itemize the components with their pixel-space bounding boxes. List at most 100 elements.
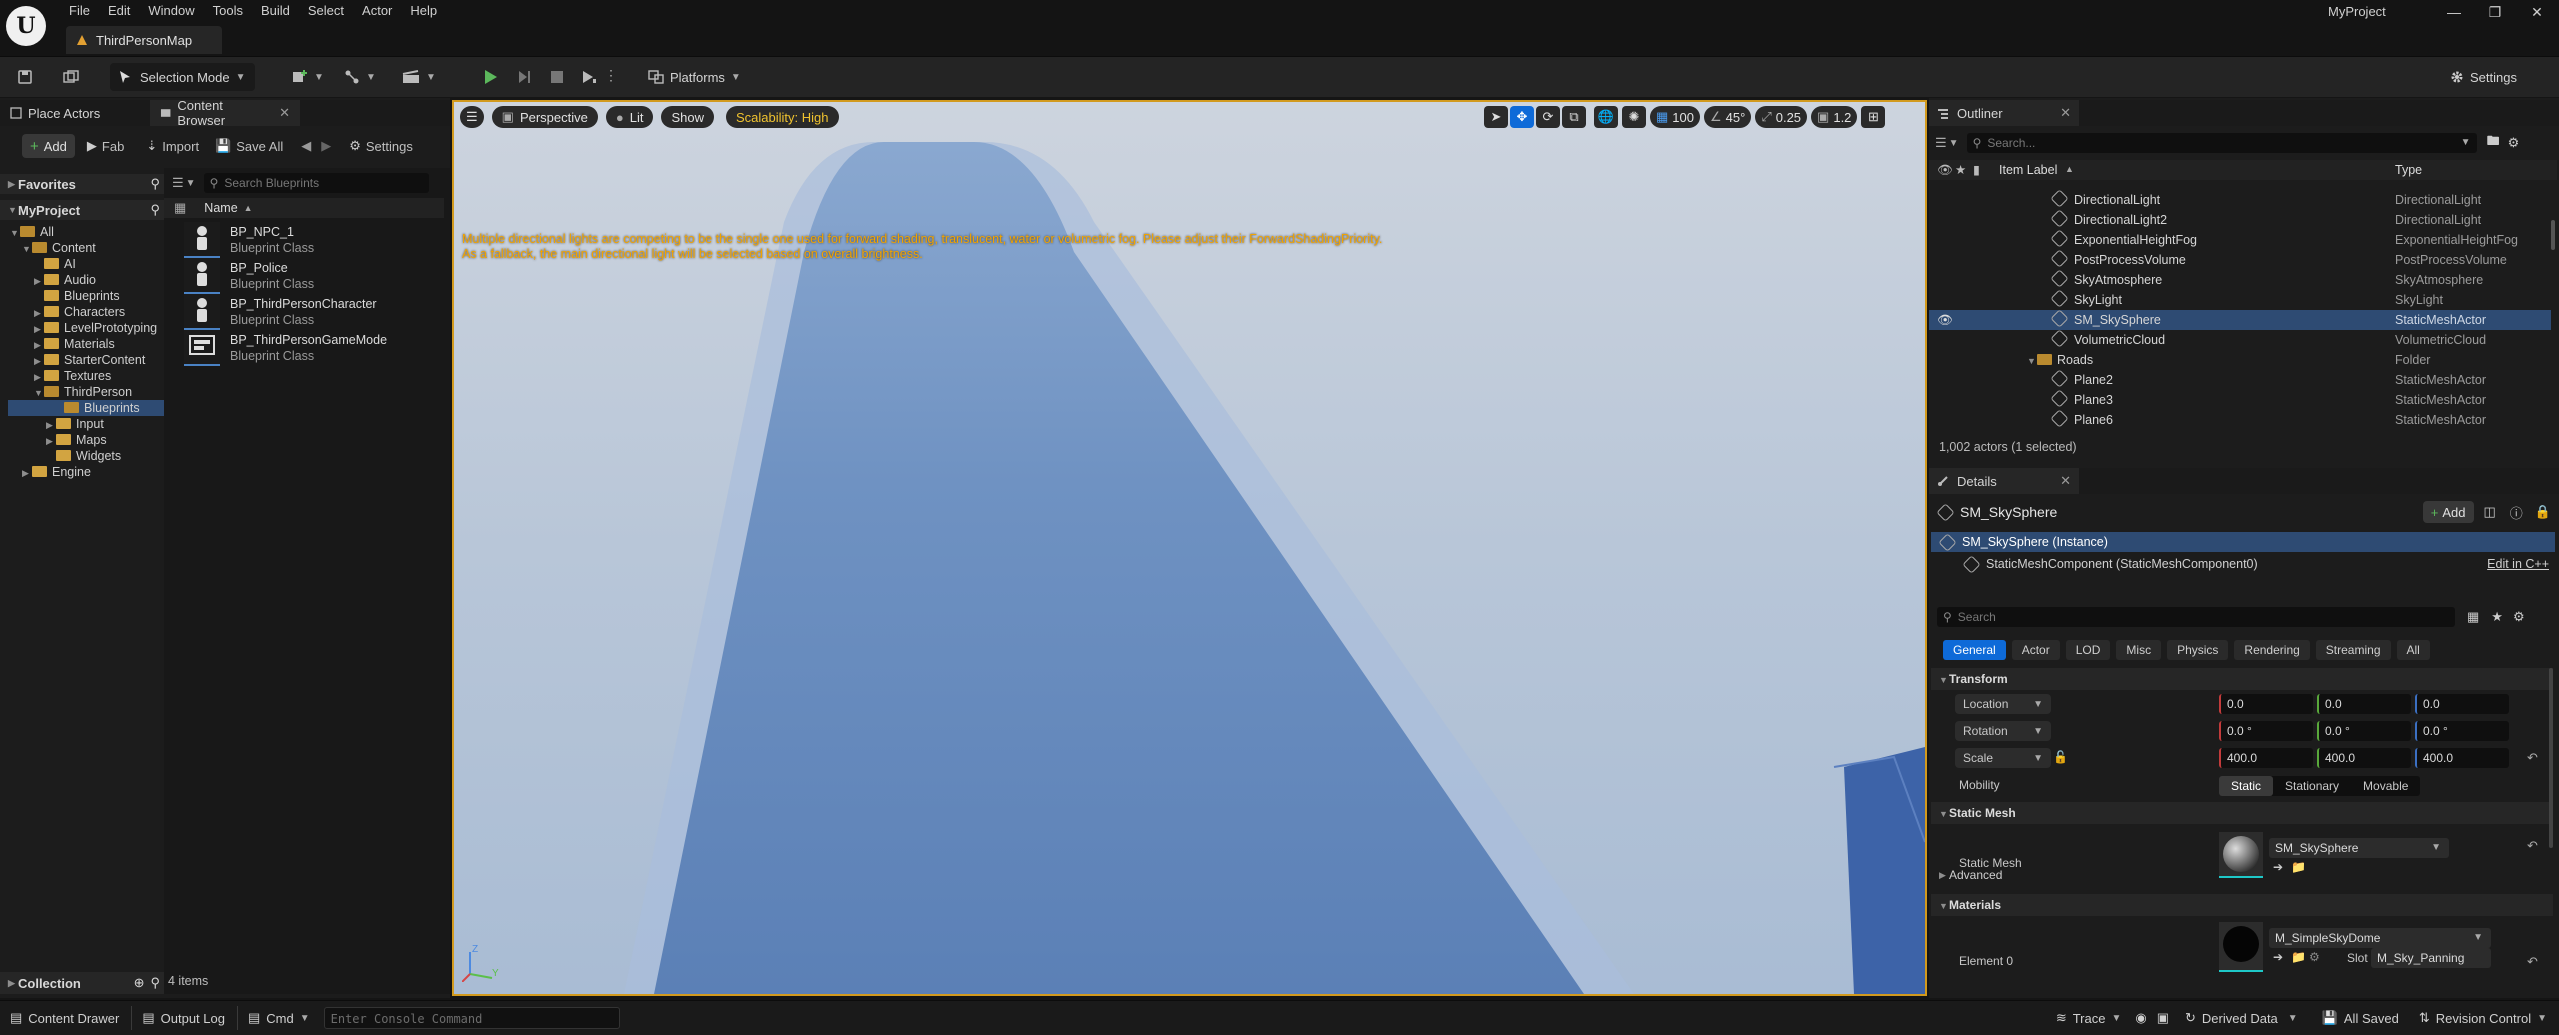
outliner-settings-icon[interactable]: ⚙ xyxy=(2508,135,2520,151)
lock-details-icon[interactable]: 🔒 xyxy=(2535,504,2551,520)
platforms-dropdown[interactable]: Platforms ▼ xyxy=(648,63,748,91)
name-column-header[interactable]: Name xyxy=(204,201,237,215)
favorites-header[interactable]: ▶ Favorites ⚲ xyxy=(0,174,170,194)
reset-material-icon[interactable]: ↶ xyxy=(2527,954,2538,970)
outliner-scrollbar[interactable] xyxy=(2551,220,2555,250)
collection-search-icon[interactable]: ⚲ xyxy=(150,975,160,991)
lit-dropdown[interactable]: ● Lit xyxy=(605,106,654,128)
asset-bp-thirdpersoncharacter[interactable]: BP_ThirdPersonCharacter Blueprint Class xyxy=(184,294,444,330)
menu-actor[interactable]: Actor xyxy=(353,0,401,22)
material-browse-icon[interactable]: 📁 xyxy=(2291,950,2306,964)
filter-general[interactable]: General xyxy=(1943,640,2006,660)
scalability-badge[interactable]: Scalability: High xyxy=(726,106,839,128)
map-tab[interactable]: ThirdPersonMap xyxy=(66,26,222,54)
item-label-column-header[interactable]: Item Label xyxy=(1999,163,2057,177)
blueprints-button[interactable]: ▼ xyxy=(344,63,380,91)
details-scrollbar[interactable] xyxy=(2549,668,2553,848)
rotate-icon[interactable]: ⟳ xyxy=(1536,106,1560,128)
show-dropdown[interactable]: Show xyxy=(661,106,714,128)
location-y-field[interactable]: 0.0 xyxy=(2317,694,2411,714)
blueprint-options-icon[interactable]: ◫ xyxy=(2484,504,2496,520)
close-details-icon[interactable]: ✕ xyxy=(2060,473,2071,489)
mobility-movable[interactable]: Movable xyxy=(2351,776,2420,796)
slot-value-field[interactable]: M_Sky_Panning xyxy=(2371,948,2491,968)
eject-button[interactable] xyxy=(576,63,602,91)
trace-dropdown[interactable]: ≋ Trace ▼ xyxy=(2056,1001,2122,1035)
filter-icon[interactable]: ☰ xyxy=(172,175,184,191)
perspective-dropdown[interactable]: ▣ Perspective xyxy=(491,106,598,128)
world-space-icon[interactable]: 🌐 xyxy=(1594,106,1618,128)
save-all-button[interactable]: 💾 Save All xyxy=(215,138,283,154)
revision-control-dropdown[interactable]: ⇅ Revision Control ▼ xyxy=(2419,1001,2547,1035)
reset-scale-icon[interactable]: ↶ xyxy=(2527,750,2538,766)
outliner-row-directionallight[interactable]: DirectionalLight DirectionalLight xyxy=(1929,189,2551,210)
derived-data-dropdown[interactable]: ↻ Derived Data ▼ xyxy=(2185,1001,2298,1035)
tree-folder-characters[interactable]: ▶ Characters xyxy=(0,304,170,320)
search-blueprints-input[interactable]: ⚲ Search Blueprints xyxy=(203,173,429,193)
outliner-filter-icon[interactable]: ☰ xyxy=(1935,135,1947,151)
output-log-button[interactable]: ▤ Output Log xyxy=(142,1001,225,1035)
outliner-row-roads-folder[interactable]: ▼ Roads Folder xyxy=(1929,350,2551,370)
content-drawer-button[interactable]: ▤ Content Drawer xyxy=(10,1001,119,1035)
project-header[interactable]: ▼ MyProject ⚲ xyxy=(0,200,170,220)
filter-streaming[interactable]: Streaming xyxy=(2315,640,2391,660)
outliner-row-volumetriccloud[interactable]: VolumetricCloud VolumetricCloud xyxy=(1929,329,2551,350)
static-mesh-category[interactable]: ▼Static Mesh xyxy=(1931,802,2553,824)
tree-folder-widgets[interactable]: Widgets xyxy=(0,448,170,464)
close-outliner-icon[interactable]: ✕ xyxy=(2060,105,2071,121)
minimize-button[interactable]: — xyxy=(2431,0,2477,24)
tab-details[interactable]: Details ✕ xyxy=(1929,468,2079,494)
translate-icon[interactable]: ✥ xyxy=(1510,106,1534,128)
quick-add-button[interactable]: ▼ xyxy=(292,63,328,91)
material-picker[interactable]: M_SimpleSkyDome ▼ xyxy=(2269,928,2491,948)
add-folder-icon[interactable]: 🖿 xyxy=(2487,132,2500,154)
details-instance-row[interactable]: SM_SkySphere (Instance) xyxy=(1931,532,2555,552)
advanced-section[interactable]: ▶ Advanced xyxy=(1931,864,2553,886)
fab-button[interactable]: ▶ Fab xyxy=(87,138,124,154)
record-icon[interactable]: ◉ xyxy=(2135,1001,2146,1035)
save-icon[interactable] xyxy=(14,63,36,91)
rotation-z-field[interactable]: 0.0 ° xyxy=(2415,721,2509,741)
close-tab-icon[interactable]: ✕ xyxy=(279,105,290,121)
tab-outliner[interactable]: Outliner ✕ xyxy=(1929,100,2079,126)
tree-folder-ai[interactable]: AI xyxy=(0,256,170,272)
tab-content-browser[interactable]: Content Browser ✕ xyxy=(150,98,300,128)
select-mode-icon[interactable]: ➤ xyxy=(1484,106,1508,128)
tree-folder-maps[interactable]: ▶ Maps xyxy=(0,432,170,448)
visibility-eye-icon[interactable]: 👁 xyxy=(1937,310,1953,330)
tree-folder-startercontent[interactable]: ▶ StarterContent xyxy=(0,352,170,368)
menu-tools[interactable]: Tools xyxy=(204,0,252,22)
menu-edit[interactable]: Edit xyxy=(99,0,139,22)
list-view-icon[interactable]: ▦ xyxy=(174,200,186,216)
tree-folder-all[interactable]: ▼ All xyxy=(0,224,170,240)
tree-folder-input[interactable]: ▶ Input xyxy=(0,416,170,432)
outliner-row-sm-skysphere[interactable]: 👁 SM_SkySphere StaticMeshActor xyxy=(1929,309,2551,330)
materials-category[interactable]: ▼Materials xyxy=(1931,894,2553,916)
scale-x-field[interactable]: 400.0 xyxy=(2219,748,2313,768)
material-options-icon[interactable]: ⚙ xyxy=(2309,950,2320,964)
details-add-component-button[interactable]: + Add xyxy=(2422,501,2474,523)
asset-bp-police[interactable]: BP_Police Blueprint Class xyxy=(184,258,444,294)
add-button[interactable]: + Add xyxy=(22,134,75,158)
edit-in-cpp-link[interactable]: Edit in C++ xyxy=(2487,557,2549,571)
close-window-button[interactable]: ✕ xyxy=(2514,0,2559,24)
favorites-search-icon[interactable]: ⚲ xyxy=(150,176,160,192)
tree-folder-tp-blueprints[interactable]: Blueprints xyxy=(8,400,170,416)
level-viewport[interactable]: ☰ ▣ Perspective ● Lit Show Scalability: Hi… xyxy=(452,100,1927,996)
menu-select[interactable]: Select xyxy=(299,0,353,22)
scale-y-field[interactable]: 400.0 xyxy=(2317,748,2411,768)
location-z-field[interactable]: 0.0 xyxy=(2415,694,2509,714)
play-button[interactable] xyxy=(478,63,504,91)
tree-folder-blueprints[interactable]: Blueprints xyxy=(0,288,170,304)
help-icon[interactable]: ⓘ xyxy=(2510,503,2523,522)
filter-lod[interactable]: LOD xyxy=(2065,640,2111,660)
import-button[interactable]: ⇣ Import xyxy=(146,138,199,154)
unreal-logo[interactable]: U xyxy=(6,6,46,46)
outliner-row-skylight[interactable]: SkyLight SkyLight xyxy=(1929,289,2551,310)
scale-z-field[interactable]: 400.0 xyxy=(2415,748,2509,768)
outliner-row-plane6[interactable]: Plane6 StaticMeshActor xyxy=(1929,409,2551,430)
screenshot-icon[interactable]: ▣ xyxy=(2157,1001,2169,1035)
tree-folder-engine[interactable]: ▶ Engine xyxy=(0,464,170,480)
menu-build[interactable]: Build xyxy=(252,0,299,22)
outliner-row-exponentialheightfog[interactable]: ExponentialHeightFog ExponentialHeightFog xyxy=(1929,229,2551,250)
